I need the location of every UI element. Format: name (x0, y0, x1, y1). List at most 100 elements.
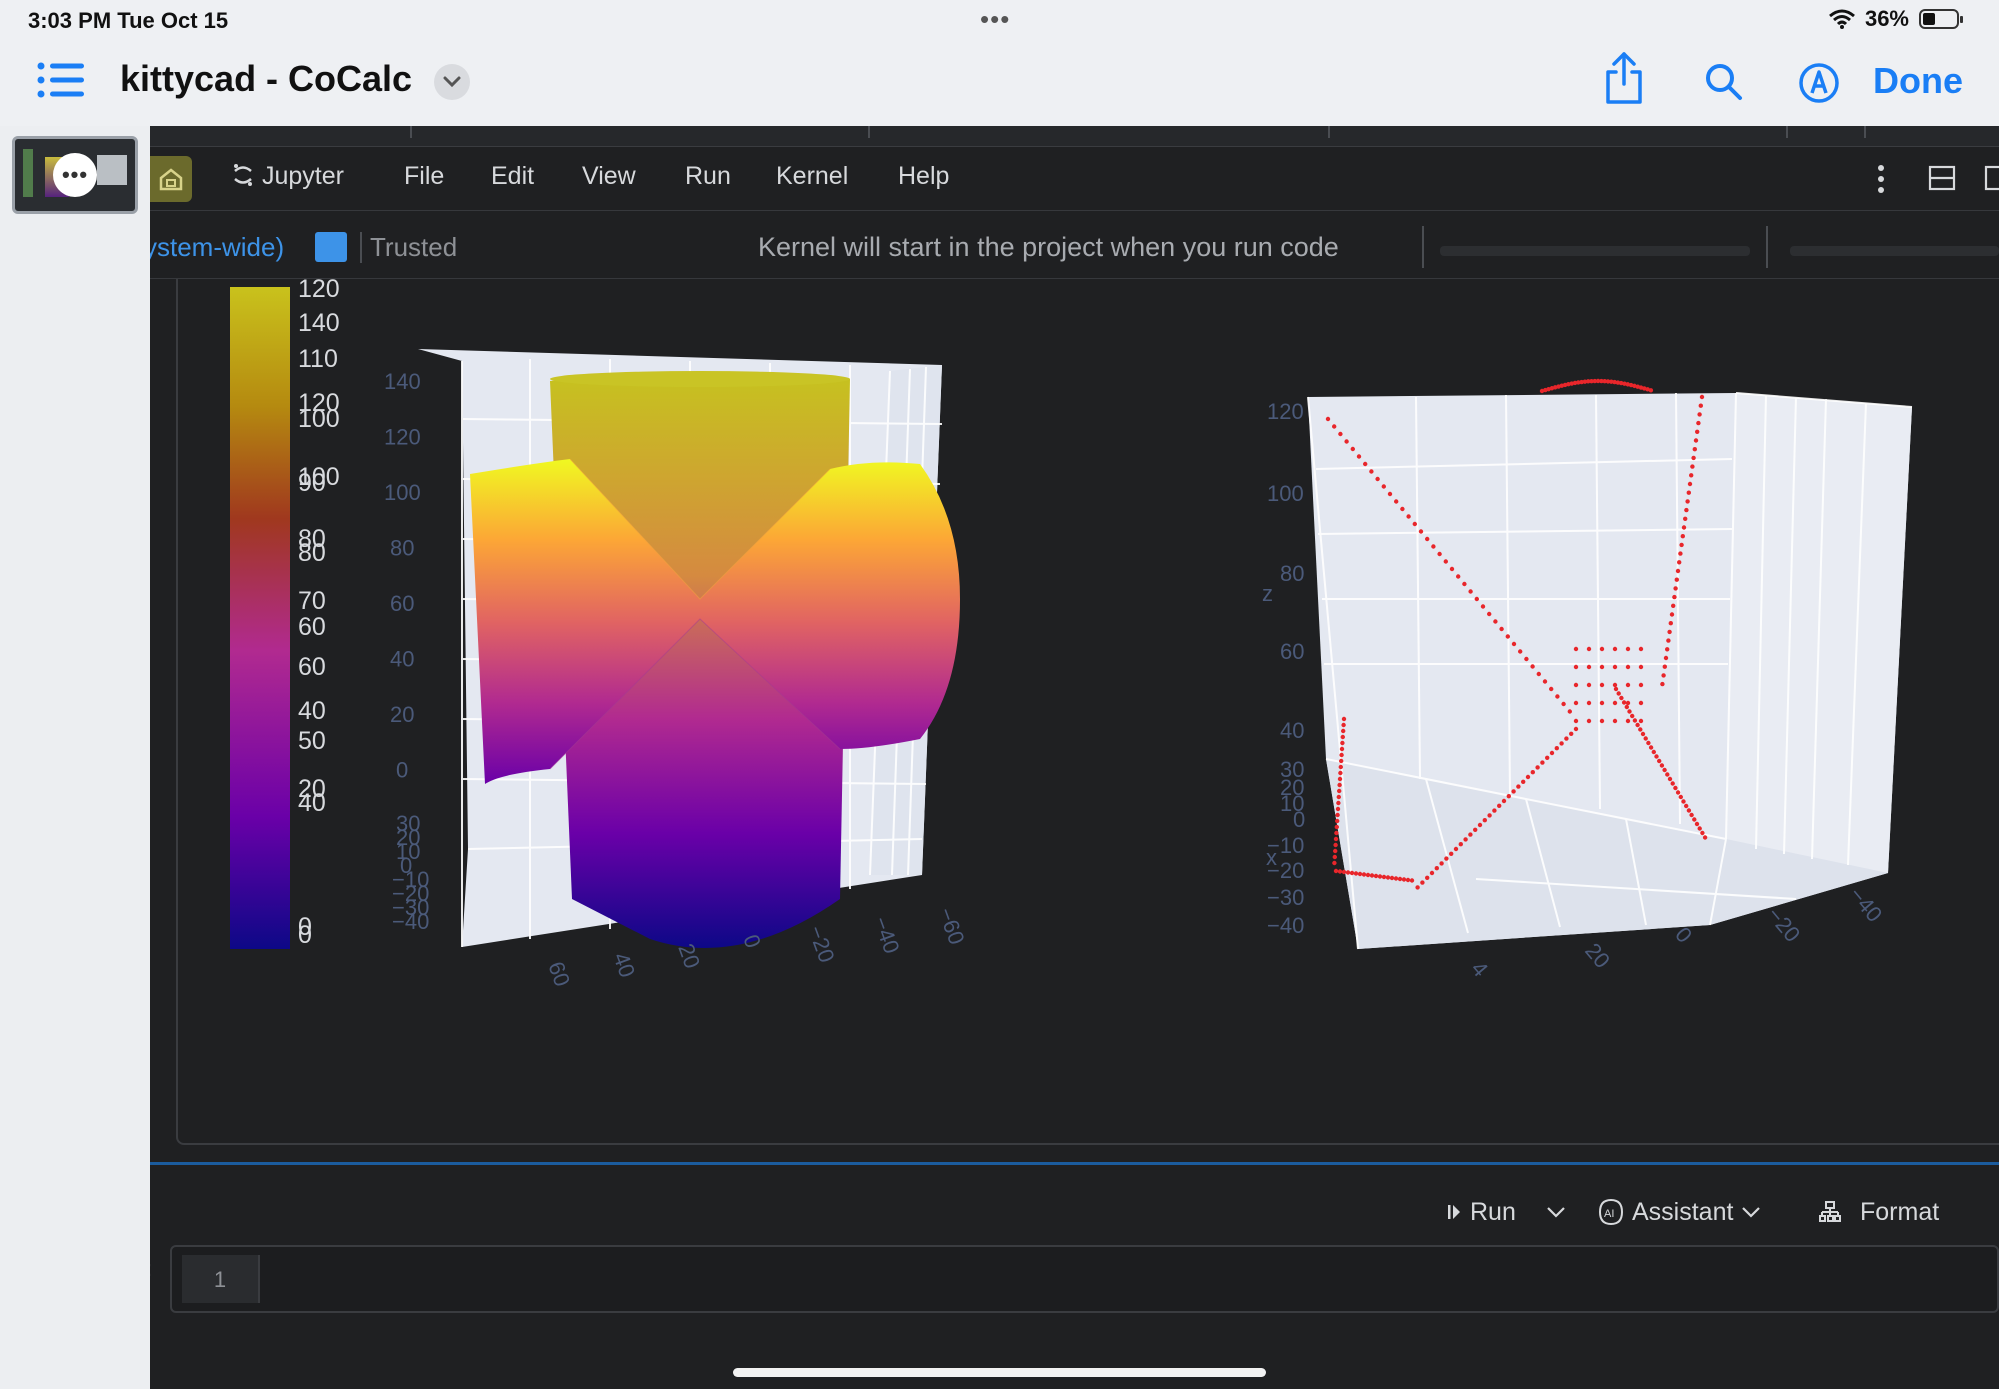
chevron-down-icon (1547, 1207, 1565, 1218)
tab-strip (150, 126, 1999, 147)
cell-prompt: : (150, 1256, 152, 1282)
scatter-point (1702, 835, 1708, 840)
menu-jupyter[interactable]: Jupyter (232, 162, 344, 191)
scatter-point (1334, 824, 1339, 830)
scatter-point (1415, 885, 1420, 890)
markup-icon[interactable] (1798, 62, 1840, 104)
chevron-down-icon (443, 76, 461, 88)
scatter-point (1586, 664, 1592, 670)
scatter-point (1449, 566, 1455, 572)
scatter-point (1501, 798, 1507, 804)
kernel-name[interactable]: ystem-wide) (150, 232, 284, 263)
page-thumbnail[interactable]: ••• (12, 136, 138, 214)
scatter-point (1375, 476, 1380, 482)
scatter-point (1443, 559, 1448, 564)
run-dropdown[interactable] (1546, 1192, 1566, 1232)
battery-icon (1919, 9, 1963, 29)
scatter-point (1393, 876, 1399, 881)
scatter-point (1599, 718, 1605, 724)
z-tick-label: 60 (1280, 639, 1304, 664)
memory-usage-bar (1790, 246, 1999, 256)
menu-file[interactable]: File (404, 162, 444, 191)
scatter-point (1535, 765, 1540, 770)
surface-plot[interactable]: 1201401101201001009080807060604050204000 (230, 279, 1030, 999)
z-axis-title: z (1262, 581, 1273, 606)
scatter-point (1397, 876, 1403, 882)
scatter-point (1525, 774, 1531, 780)
assistant-button[interactable]: AI Assistant (1598, 1192, 1761, 1232)
split-vertical-icon[interactable] (1984, 164, 1999, 192)
scatter-point (1559, 741, 1564, 746)
home-button[interactable] (150, 156, 192, 202)
scatter-point (1333, 836, 1339, 842)
scatter-point (1373, 873, 1379, 879)
scatter-point (1684, 803, 1689, 809)
scatter-point (1487, 813, 1492, 818)
scatter-point (1345, 870, 1351, 875)
y-tick-label: 20 (1580, 938, 1615, 973)
scatter-point (1412, 521, 1417, 527)
menu-view[interactable]: View (582, 162, 636, 191)
done-button[interactable]: Done (1873, 60, 1963, 102)
page-thumbnail-panel: ••• (0, 126, 150, 1389)
scatter-point (1341, 869, 1347, 875)
search-icon[interactable] (1704, 62, 1744, 102)
y-tick-label: 40 (608, 949, 640, 981)
home-indicator[interactable] (733, 1368, 1266, 1377)
scatter-point (1477, 822, 1483, 828)
menu-help[interactable]: Help (898, 162, 949, 191)
z-tick-label: 80 (390, 536, 414, 561)
scatter3d-plot[interactable]: z x 1201008060403020100−10−20−30−40 4 200… (1176, 279, 1976, 999)
title-menu-button[interactable] (434, 64, 470, 100)
z-tick-label: 40 (390, 647, 414, 672)
scatter-point (1468, 832, 1473, 837)
scatter-point (1420, 880, 1425, 885)
y-tick-label: −20 (1762, 902, 1805, 947)
z-tick-label: 140 (384, 369, 421, 394)
scatter-point (1497, 803, 1502, 808)
scatter-point (1668, 621, 1673, 626)
split-horizontal-icon[interactable] (1928, 164, 1956, 192)
menu-run[interactable]: Run (685, 162, 731, 191)
separator (1422, 226, 1424, 268)
scatter-point (1573, 664, 1579, 670)
menu-edit[interactable]: Edit (491, 162, 534, 191)
more-icon[interactable]: ••• (53, 153, 97, 197)
home-icon (159, 168, 183, 191)
scatter-point (1699, 394, 1705, 400)
scatter-point (1511, 641, 1517, 647)
format-button[interactable]: Format (1818, 1192, 1939, 1232)
menu-kernel[interactable]: Kernel (776, 162, 848, 191)
scatter-point (1336, 794, 1341, 800)
scatter-point (1638, 718, 1644, 724)
run-button[interactable]: Run (1446, 1192, 1516, 1232)
svg-text:AI: AI (1604, 1208, 1614, 1220)
multitasking-dots[interactable]: ••• (980, 4, 1010, 35)
scatter-point (1694, 821, 1700, 827)
z-tick-label: −10 (1267, 833, 1304, 858)
scatter-point (1542, 679, 1548, 684)
scatter-point (1573, 682, 1579, 688)
z-tick-label: 40 (1280, 718, 1304, 743)
scatter-point (1564, 736, 1569, 741)
scatter-point (1409, 878, 1415, 883)
z-tick-label: 20 (390, 702, 414, 727)
scatter-point (1625, 682, 1631, 688)
scatter-point (1361, 872, 1367, 877)
scatter-point (1332, 854, 1337, 860)
scatter-point (1344, 439, 1349, 444)
z-tick-label: 120 (384, 425, 421, 450)
wifi-icon (1828, 9, 1855, 29)
scatter-point (1434, 866, 1439, 871)
colorbar-tick: 80 (298, 539, 326, 567)
trusted-status[interactable]: Trusted (360, 232, 457, 263)
more-vertical-icon[interactable] (1877, 164, 1885, 194)
scatter-point (1381, 484, 1386, 489)
code-cell-editor[interactable]: 1 (170, 1245, 1999, 1313)
list-icon[interactable] (36, 60, 86, 100)
share-icon[interactable] (1602, 50, 1646, 106)
y-tick-label: −60 (933, 904, 969, 948)
scatter-point (1616, 691, 1621, 696)
scatter-point (1337, 782, 1342, 788)
scatter-point (1625, 664, 1631, 670)
